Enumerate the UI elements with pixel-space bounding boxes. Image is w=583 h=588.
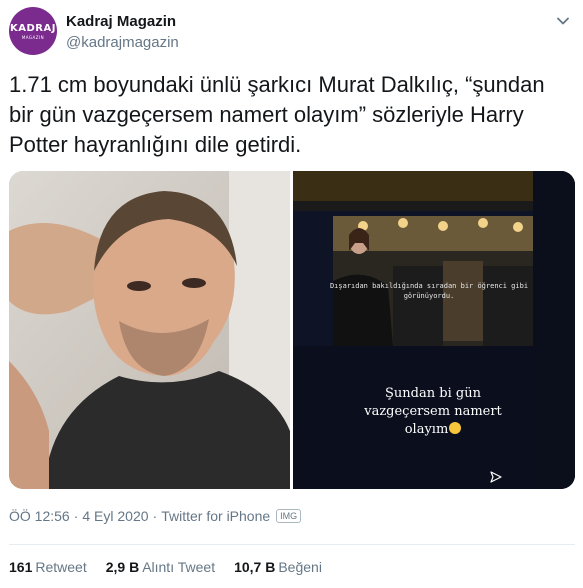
- tweet-source[interactable]: Twitter for iPhone: [161, 508, 270, 524]
- like-count: 10,7 B: [234, 559, 276, 575]
- tweet-time[interactable]: ÖÖ 12:56: [9, 508, 70, 524]
- story-caption-large: Şundan bi gün vazgeçersem namert olayım: [353, 385, 513, 439]
- emoji-icon: [449, 422, 462, 434]
- avatar-logo: KADRAJ: [10, 22, 56, 34]
- story-caption-small: Dışarıdan bakıldığında sıradan bir öğren…: [329, 282, 529, 300]
- story-caption-large-text: Şundan bi gün vazgeçersem namert olayım: [364, 386, 502, 437]
- avatar-logo-sub: MAGAZIN: [21, 34, 45, 40]
- photo-murat-dalkilic[interactable]: [9, 171, 290, 489]
- tweet-text: 1.71 cm boyundaki ünlü şarkıcı Murat Dal…: [9, 72, 545, 157]
- tweet-date[interactable]: 4 Eyl 2020: [82, 508, 148, 524]
- quote-tweet-stat[interactable]: 2,9 B Alıntı Tweet: [106, 559, 215, 575]
- meta-separator: ·: [73, 508, 79, 524]
- retweet-label: Retweet: [35, 559, 87, 575]
- tweet-meta: ÖÖ 12:56 · 4 Eyl 2020 · Twitter for iPho…: [9, 508, 302, 524]
- meta-separator-2: ·: [152, 508, 158, 524]
- chevron-down-icon[interactable]: [553, 11, 573, 31]
- divider: [9, 544, 575, 545]
- like-stat[interactable]: 10,7 B Beğeni: [234, 559, 322, 575]
- tweet-stats: 161 Retweet 2,9 B Alıntı Tweet 10,7 B Beğen…: [9, 559, 341, 575]
- like-label: Beğeni: [278, 559, 322, 575]
- img-badge: IMG: [276, 509, 302, 523]
- author-name[interactable]: Kadraj Magazin: [66, 13, 176, 30]
- avatar[interactable]: KADRAJ MAGAZIN: [9, 7, 57, 55]
- quote-tweet-label: Alıntı Tweet: [142, 559, 216, 575]
- quote-tweet-count: 2,9 B: [105, 559, 140, 575]
- retweet-stat[interactable]: 161 Retweet: [9, 559, 87, 575]
- author-handle[interactable]: @kadrajmagazin: [66, 34, 179, 51]
- send-icon[interactable]: [490, 470, 502, 488]
- instagram-story-screenshot[interactable]: Dışarıdan bakıldığında sıradan bir öğren…: [293, 171, 575, 489]
- tweet-header: KADRAJ MAGAZIN Kadraj Magazin @kadrajmag…: [9, 7, 575, 55]
- media-grid: Dışarıdan bakıldığında sıradan bir öğren…: [9, 171, 575, 489]
- retweet-count: 161: [9, 559, 33, 575]
